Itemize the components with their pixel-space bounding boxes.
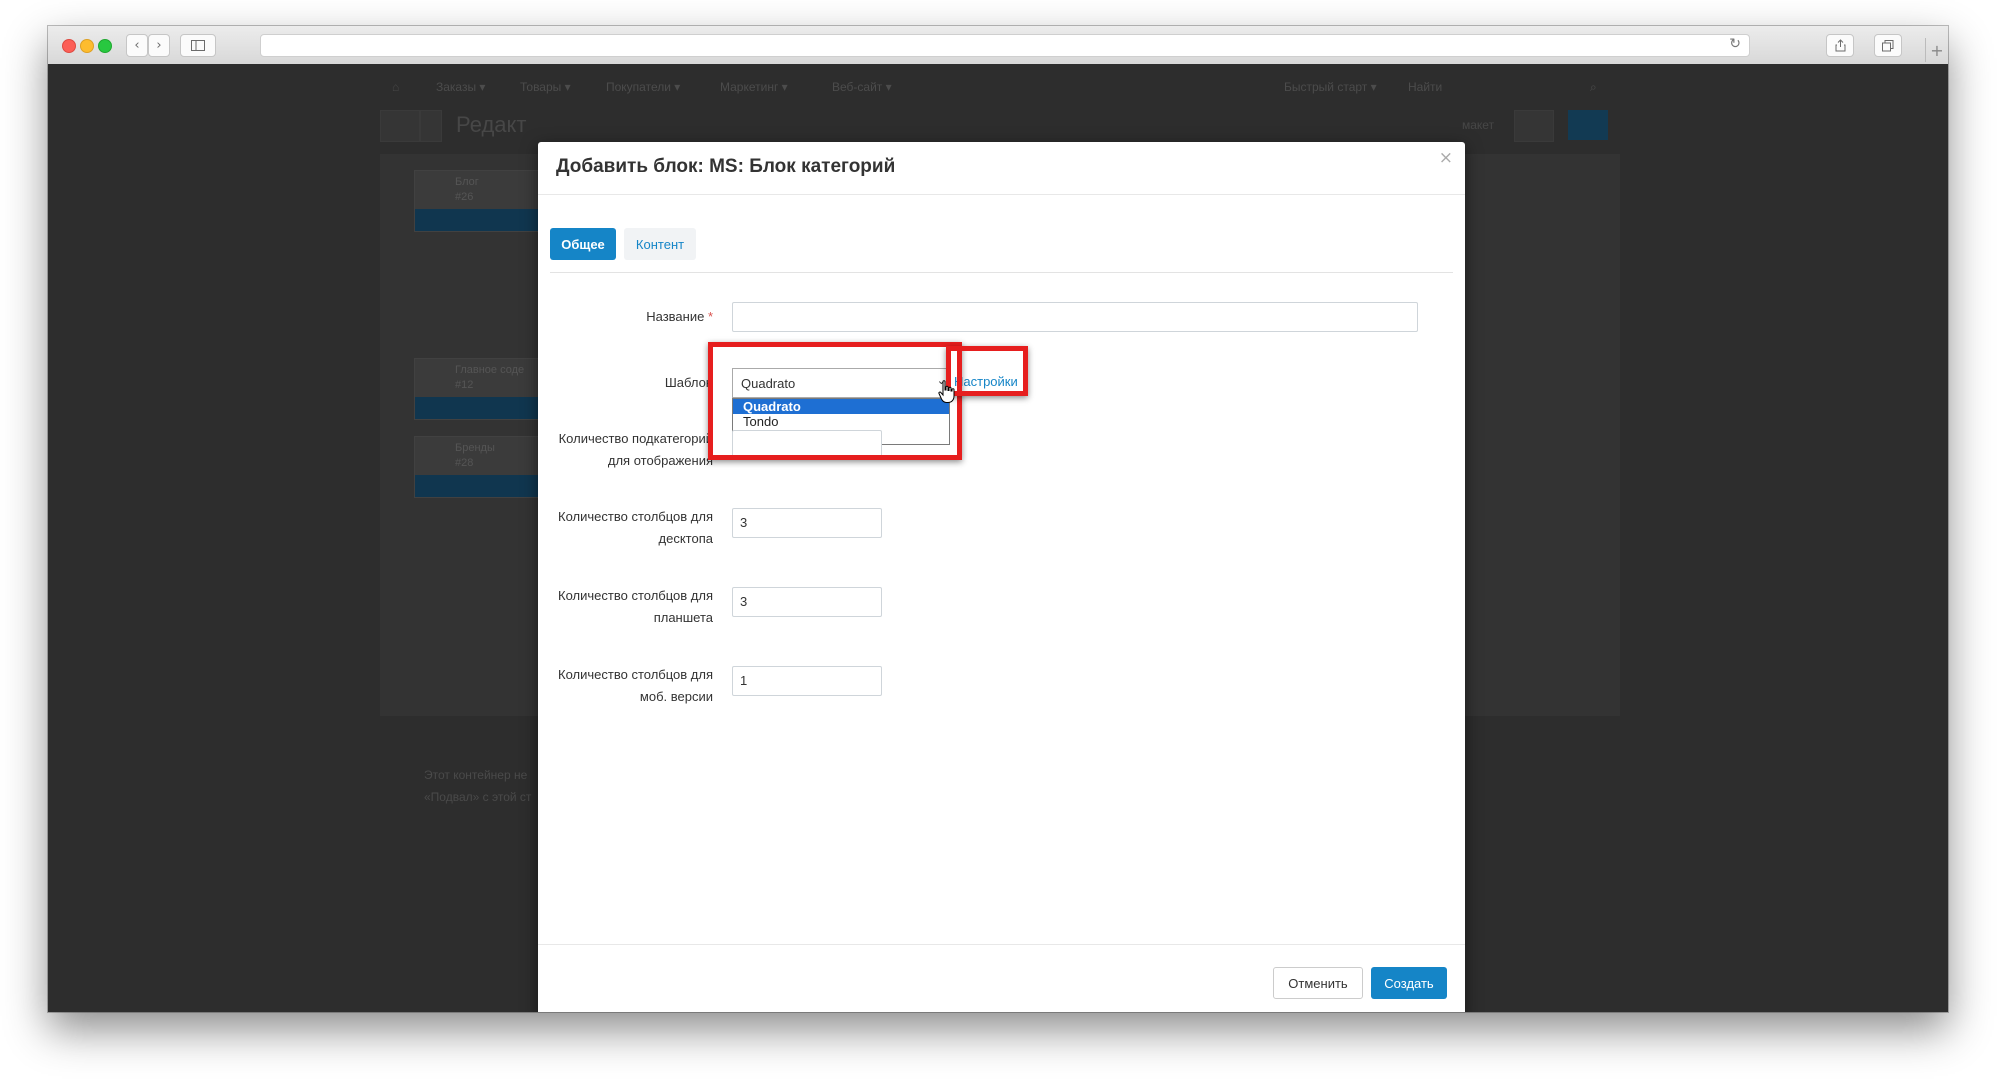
- nav-item: Заказы ▾: [436, 80, 486, 94]
- divider: [550, 272, 1453, 273]
- create-button[interactable]: Создать: [1371, 967, 1447, 999]
- nav-item: Веб-сайт ▾: [832, 80, 892, 94]
- hand-cursor-icon: [938, 380, 955, 403]
- search-icon: ⌕: [1590, 80, 1597, 94]
- template-label: Шаблон: [664, 375, 713, 390]
- home-icon: ⌂: [392, 80, 400, 94]
- close-icon[interactable]: ×: [1439, 148, 1453, 168]
- minimize-window-button[interactable]: [80, 39, 94, 53]
- desktop-columns-input[interactable]: 3: [732, 508, 882, 538]
- bg-block: Главное соде #12: [414, 358, 546, 420]
- divider: [538, 944, 1465, 945]
- new-tab-button[interactable]: +: [1925, 38, 1948, 62]
- tablet-columns-input[interactable]: 3: [732, 587, 882, 617]
- layout-button: макет: [1462, 118, 1495, 132]
- bg-block: Блог #26: [414, 170, 546, 232]
- bg-block: Бренды #28: [414, 436, 546, 498]
- cancel-button[interactable]: Отменить: [1273, 967, 1363, 999]
- back-icon[interactable]: ‹: [126, 34, 148, 57]
- highlight-box-settings: [946, 346, 1028, 396]
- tab-general[interactable]: Общее: [550, 228, 616, 260]
- forward-icon[interactable]: ›: [148, 34, 170, 57]
- add-block-modal: Добавить блок: MS: Блок категорий × Обще…: [538, 142, 1465, 1012]
- subcategories-label: Количество подкатегорий для отображения: [558, 431, 713, 468]
- share-icon[interactable]: [1826, 34, 1854, 57]
- background-nav: ⌂ Заказы ▾ Товары ▾ Покупатели ▾ Маркети…: [380, 74, 1620, 102]
- gear-icon: [1514, 110, 1554, 142]
- mobile-columns-input[interactable]: 1: [732, 666, 882, 696]
- add-icon: [1568, 110, 1608, 140]
- zoom-window-button[interactable]: [98, 39, 112, 53]
- nav-item: Товары ▾: [520, 80, 571, 94]
- tabs-overview-icon[interactable]: [1874, 34, 1902, 57]
- quick-start: Быстрый старт ▾: [1284, 80, 1377, 94]
- reload-icon[interactable]: ↻: [1729, 36, 1741, 52]
- page-title: Редакт: [456, 112, 527, 137]
- search-placeholder: Найти: [1408, 80, 1443, 94]
- mobile-columns-label: Количество столбцов для моб. версии: [558, 667, 713, 704]
- desktop-columns-label: Количество столбцов для десктопа: [558, 509, 713, 546]
- background-title-row: Редакт макет: [380, 108, 1620, 144]
- nav-item: Покупатели ▾: [606, 80, 681, 94]
- divider: [538, 194, 1465, 195]
- tablet-columns-label: Количество столбцов для планшета: [558, 588, 713, 625]
- name-label: Название *: [646, 309, 713, 324]
- background-app: ⌂ Заказы ▾ Товары ▾ Покупатели ▾ Маркети…: [48, 64, 1948, 1012]
- chevron-down-icon: [420, 110, 442, 142]
- name-input[interactable]: [732, 302, 1418, 332]
- sidebar-icon[interactable]: [180, 34, 216, 57]
- tab-content[interactable]: Контент: [624, 228, 696, 260]
- modal-title: Добавить блок: MS: Блок категорий: [556, 156, 896, 177]
- browser-window: ‹ › ↻ + ⌂ Заказы ▾ Товары ▾ Покупатели ▾…: [48, 26, 1948, 1012]
- nav-item: Маркетинг ▾: [720, 80, 788, 94]
- bg-footer-note: Этот контейнер не «Подвал» с этой ст: [424, 768, 532, 804]
- required-marker: *: [707, 309, 713, 324]
- close-window-button[interactable]: [62, 39, 76, 53]
- browser-toolbar: ‹ › ↻ +: [48, 26, 1948, 65]
- address-bar[interactable]: ↻: [260, 34, 1750, 57]
- highlight-box-template: [708, 342, 962, 460]
- back-arrow-icon: [380, 110, 420, 142]
